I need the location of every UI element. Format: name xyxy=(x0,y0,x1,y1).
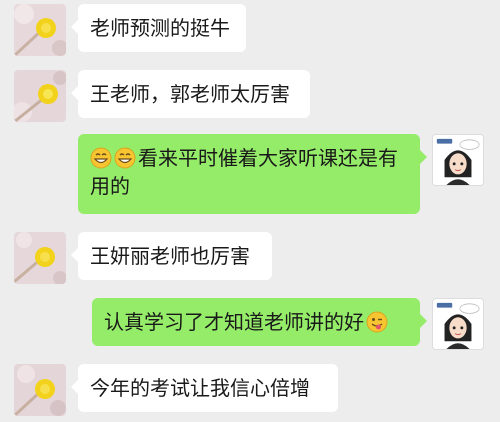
message-bubble[interactable]: 王老师，郭老师太厉害 xyxy=(71,70,310,118)
sender-avatar[interactable] xyxy=(14,4,66,56)
self-avatar[interactable] xyxy=(432,134,484,186)
message-text: 老师预测的挺牛 xyxy=(90,16,230,40)
cartoon-girl-avatar-icon xyxy=(433,135,483,185)
dandelion-photo-icon xyxy=(14,4,66,56)
grinning-face-emoji xyxy=(114,147,136,169)
dandelion-photo-icon xyxy=(14,364,66,416)
cartoon-girl-avatar-icon xyxy=(433,299,483,349)
sender-avatar[interactable] xyxy=(14,70,66,122)
message-bubble[interactable]: 王妍丽老师也厉害 xyxy=(71,232,272,280)
message-bubble[interactable]: 老师预测的挺牛 xyxy=(71,4,246,52)
message-bubble[interactable]: 看来平时催着大家听课还是有用的 xyxy=(78,134,427,214)
dandelion-photo-icon xyxy=(14,70,66,122)
message-bubble[interactable]: 认真学习了才知道老师讲的好 xyxy=(92,298,427,346)
grinning-face-emoji xyxy=(90,147,112,169)
chat-conversation: 老师预测的挺牛 王老师，郭老师太厉害 看来平时催着大家听课还是有用的 王妍丽老师… xyxy=(0,0,500,422)
sender-avatar[interactable] xyxy=(14,364,66,416)
message-bubble[interactable]: 今年的考试让我信心倍增 xyxy=(71,364,338,412)
self-avatar[interactable] xyxy=(432,298,484,350)
message-text: 看来平时催着大家听课还是有用的 xyxy=(90,146,398,198)
message-text: 王妍丽老师也厉害 xyxy=(90,244,250,268)
message-text: 今年的考试让我信心倍增 xyxy=(90,376,310,400)
winking-tongue-emoji xyxy=(366,311,388,333)
message-text: 王老师，郭老师太厉害 xyxy=(90,82,290,106)
message-text: 认真学习了才知道老师讲的好 xyxy=(104,310,364,334)
sender-avatar[interactable] xyxy=(14,232,66,284)
dandelion-photo-icon xyxy=(14,232,66,284)
